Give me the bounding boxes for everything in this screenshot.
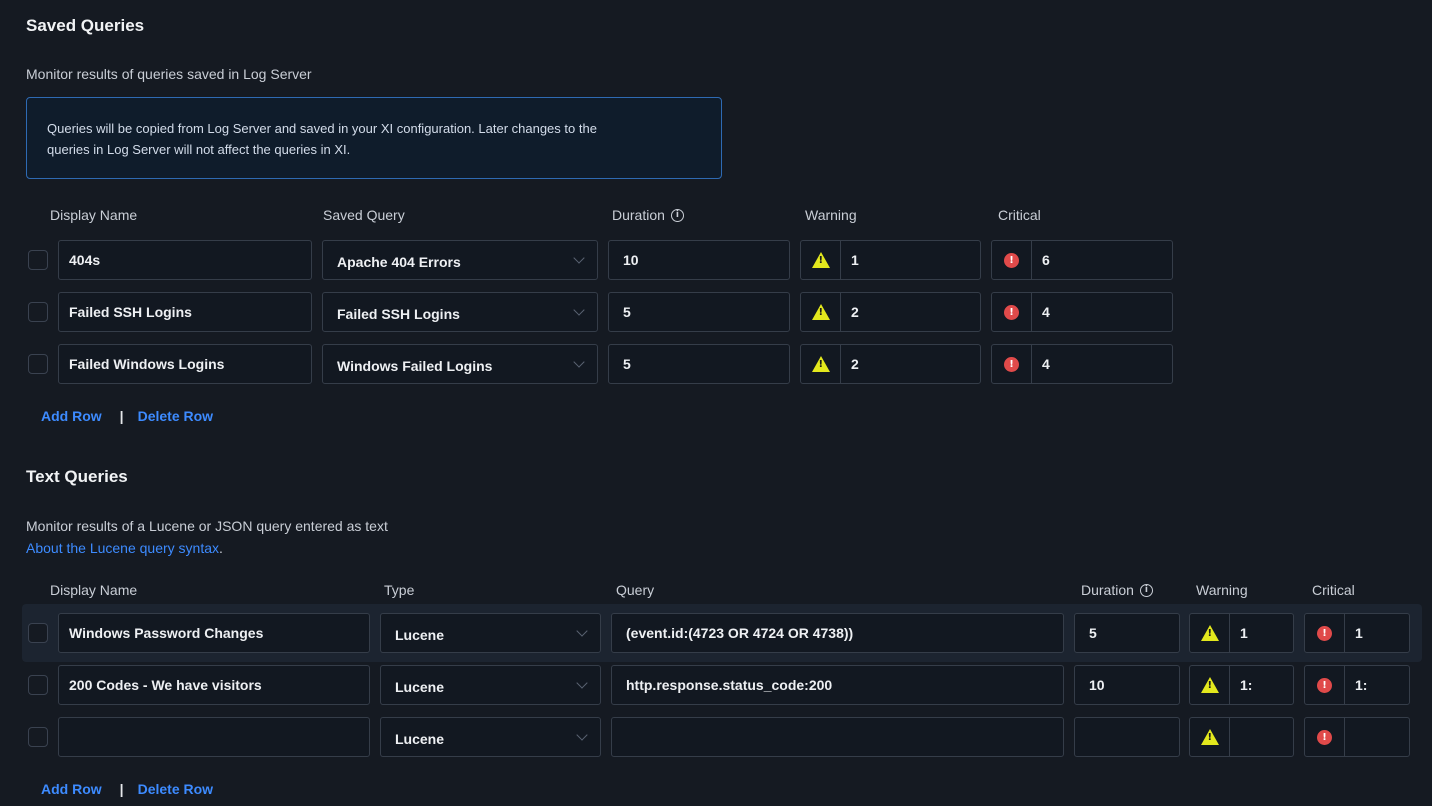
saved-query-select[interactable]: Failed SSH Logins [322, 292, 598, 332]
delete-row-button[interactable]: Delete Row [138, 781, 213, 797]
actions-separator: | [119, 781, 124, 797]
chevron-down-icon [576, 677, 588, 689]
critical-input[interactable]: ! 4 [991, 292, 1173, 332]
duration-input[interactable]: 10 [1074, 665, 1180, 705]
row-checkbox[interactable] [28, 354, 48, 374]
delete-row-button[interactable]: Delete Row [138, 408, 213, 424]
col-warning: Warning [1196, 582, 1248, 598]
query-input[interactable]: (event.id:(4723 OR 4724 OR 4738)) [611, 613, 1064, 653]
col-critical: Critical [998, 207, 1041, 223]
saved-query-select[interactable]: Windows Failed Logins [322, 344, 598, 384]
display-name-input[interactable]: Failed SSH Logins [58, 292, 312, 332]
critical-circle-icon: ! [1317, 677, 1332, 693]
row-checkbox[interactable] [28, 675, 48, 695]
type-select[interactable]: Lucene [380, 613, 601, 653]
display-name-input[interactable]: Windows Password Changes [58, 613, 370, 653]
col-type: Type [384, 582, 415, 598]
text-queries-title: Text Queries [26, 467, 128, 486]
display-name-input[interactable]: 404s [58, 240, 312, 280]
actions-separator: | [119, 408, 124, 424]
chevron-down-icon [573, 252, 585, 264]
col-duration: Duration i [1081, 582, 1153, 598]
warning-triangle-icon [811, 356, 830, 372]
info-line-1: Queries will be copied from Log Server a… [47, 121, 597, 136]
warning-input[interactable] [1189, 717, 1294, 757]
critical-circle-icon: ! [1004, 304, 1019, 320]
display-name-input[interactable]: 200 Codes - We have visitors [58, 665, 370, 705]
chevron-down-icon [576, 729, 588, 741]
duration-input[interactable]: 5 [1074, 613, 1180, 653]
row-checkbox[interactable] [28, 302, 48, 322]
chevron-down-icon [576, 625, 588, 637]
warning-input[interactable]: 1: [1189, 665, 1294, 705]
lucene-syntax-link[interactable]: About the Lucene query syntax [26, 540, 219, 556]
saved-row-actions: Add Row | Delete Row [41, 408, 213, 424]
warning-triangle-icon [811, 304, 830, 320]
saved-queries-description: Monitor results of queries saved in Log … [26, 66, 312, 82]
chevron-down-icon [573, 304, 585, 316]
query-input[interactable] [611, 717, 1064, 757]
info-line-2: queries in Log Server will not affect th… [47, 142, 351, 157]
critical-input[interactable]: ! 1: [1304, 665, 1410, 705]
add-row-button[interactable]: Add Row [41, 408, 102, 424]
duration-input[interactable]: 5 [608, 344, 790, 384]
critical-input[interactable]: ! 1 [1304, 613, 1410, 653]
saved-queries-title: Saved Queries [26, 16, 145, 35]
query-input[interactable]: http.response.status_code:200 [611, 665, 1064, 705]
row-checkbox[interactable] [28, 727, 48, 747]
duration-input[interactable]: 10 [608, 240, 790, 280]
duration-input[interactable] [1074, 717, 1180, 757]
duration-input[interactable]: 5 [608, 292, 790, 332]
col-display-name: Display Name [50, 582, 138, 598]
display-name-input[interactable]: Failed Windows Logins [58, 344, 312, 384]
chevron-down-icon [573, 356, 585, 368]
warning-input[interactable]: 2 [800, 344, 981, 384]
col-duration: Duration i [612, 207, 684, 223]
critical-circle-icon: ! [1317, 729, 1332, 745]
col-critical: Critical [1312, 582, 1355, 598]
type-select[interactable]: Lucene [380, 665, 601, 705]
saved-query-select[interactable]: Apache 404 Errors [322, 240, 598, 280]
col-query: Query [616, 582, 655, 598]
text-row-actions: Add Row | Delete Row [41, 781, 213, 797]
row-checkbox[interactable] [28, 623, 48, 643]
col-saved-query: Saved Query [323, 207, 405, 223]
col-warning: Warning [805, 207, 857, 223]
warning-triangle-icon [1200, 625, 1219, 641]
critical-circle-icon: ! [1004, 252, 1019, 268]
add-row-button[interactable]: Add Row [41, 781, 102, 797]
row-checkbox[interactable] [28, 250, 48, 270]
critical-input[interactable]: ! 4 [991, 344, 1173, 384]
warning-input[interactable]: 2 [800, 292, 981, 332]
warning-triangle-icon [1200, 677, 1219, 693]
col-display-name: Display Name [50, 207, 138, 223]
display-name-input[interactable] [58, 717, 370, 757]
check-config-page: Saved Queries Monitor results of queries… [0, 0, 1432, 806]
critical-circle-icon: ! [1317, 625, 1332, 641]
warning-input[interactable]: 1 [1189, 613, 1294, 653]
critical-circle-icon: ! [1004, 356, 1019, 372]
warning-input[interactable]: 1 [800, 240, 981, 280]
critical-input[interactable]: ! 6 [991, 240, 1173, 280]
warning-triangle-icon [1200, 729, 1219, 745]
warning-triangle-icon [811, 252, 830, 268]
critical-input[interactable]: ! [1304, 717, 1410, 757]
syntax-help: About the Lucene query syntax. [26, 540, 223, 556]
info-icon[interactable]: i [670, 208, 684, 222]
info-icon[interactable]: i [1139, 583, 1153, 597]
type-select[interactable]: Lucene [380, 717, 601, 757]
text-queries-description: Monitor results of a Lucene or JSON quer… [26, 518, 388, 534]
info-callout: Queries will be copied from Log Server a… [26, 97, 722, 179]
